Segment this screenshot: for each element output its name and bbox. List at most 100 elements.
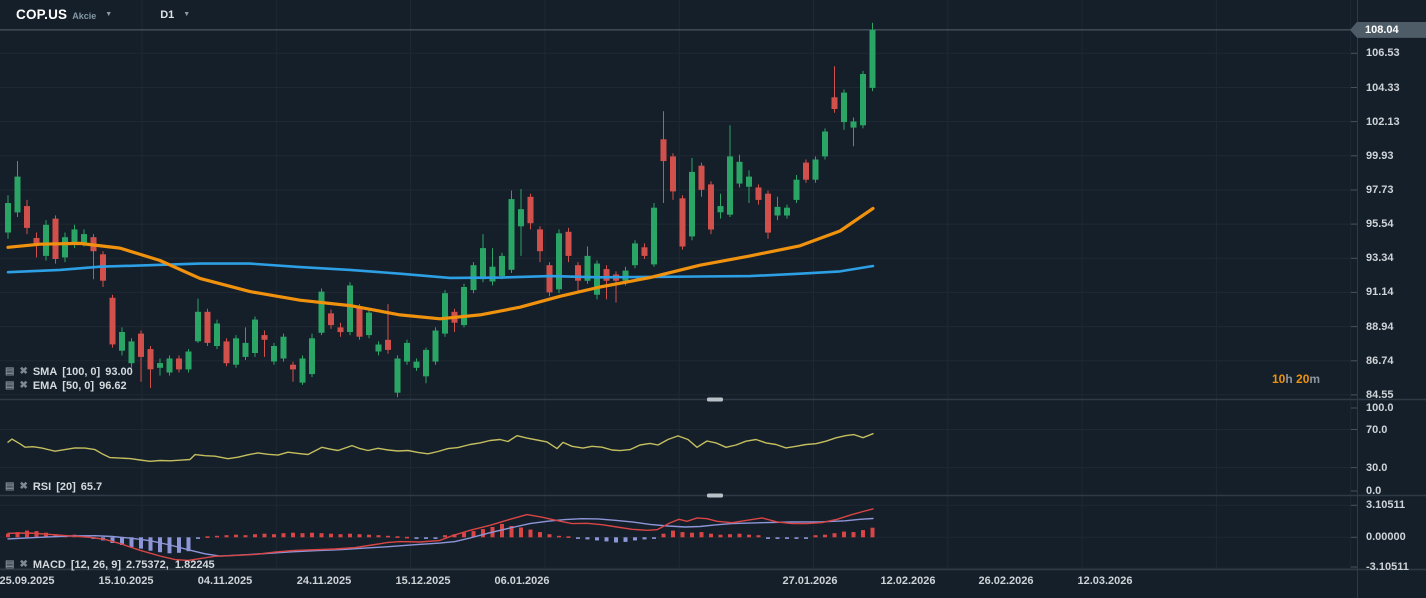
indicator-properties-icon[interactable]: ▤ <box>5 367 14 377</box>
candle-body[interactable] <box>641 247 648 256</box>
candle-body[interactable] <box>14 176 21 213</box>
candle-body[interactable] <box>736 161 743 184</box>
candle-body[interactable] <box>622 270 629 281</box>
candle-body[interactable] <box>632 243 638 266</box>
candle-body[interactable] <box>366 312 372 336</box>
candle-body[interactable] <box>404 342 410 362</box>
candle-body[interactable] <box>138 333 144 357</box>
candle-body[interactable] <box>128 341 135 364</box>
candle-body[interactable] <box>660 139 667 162</box>
indicator-delete-icon[interactable]: ✖ <box>19 560 27 570</box>
candle-body[interactable] <box>318 291 325 333</box>
candle-body[interactable] <box>603 269 610 281</box>
candle-body[interactable] <box>385 339 391 350</box>
candle-body[interactable] <box>755 187 762 200</box>
candle-body[interactable] <box>309 338 315 375</box>
candle-body[interactable] <box>461 287 467 326</box>
candle-body[interactable] <box>356 306 363 337</box>
candle-body[interactable] <box>223 341 230 364</box>
indicator-properties-icon[interactable]: ▤ <box>5 482 14 492</box>
candle-body[interactable] <box>119 332 125 351</box>
symbol-chevron-down-icon[interactable]: ▼ <box>105 11 112 18</box>
indicator-properties-icon[interactable]: ▤ <box>5 381 14 391</box>
candle-body[interactable] <box>727 156 733 215</box>
date-axis[interactable]: 25.09.2025 15.10.2025 04.11.2025 24.11.2025… <box>0 572 1426 598</box>
candle-body[interactable] <box>499 255 505 277</box>
candle-body[interactable] <box>204 311 211 343</box>
candle-body[interactable] <box>774 206 781 216</box>
candle-body[interactable] <box>24 206 30 228</box>
candle-body[interactable] <box>271 346 277 362</box>
candle-body[interactable] <box>679 198 686 247</box>
indicator-delete-icon[interactable]: ✖ <box>19 381 27 391</box>
candle-body[interactable] <box>43 224 49 256</box>
candle-body[interactable] <box>375 344 382 352</box>
candle-body[interactable] <box>812 159 819 180</box>
candle-body[interactable] <box>157 363 163 368</box>
candle-body[interactable] <box>860 74 866 126</box>
candle-body[interactable] <box>784 207 790 216</box>
candle-body[interactable] <box>556 233 562 290</box>
candle-body[interactable] <box>841 92 847 123</box>
candle-body[interactable] <box>698 165 705 190</box>
candle-body[interactable] <box>328 313 334 326</box>
candle-body[interactable] <box>52 218 59 259</box>
candle-body[interactable] <box>594 263 600 295</box>
candle-body[interactable] <box>166 358 173 373</box>
candle-body[interactable] <box>176 358 182 370</box>
candle-body[interactable] <box>831 97 838 109</box>
candle-body[interactable] <box>822 131 828 157</box>
pane-resize-handle[interactable] <box>707 397 723 402</box>
candle-body[interactable] <box>480 248 486 280</box>
candle-body[interactable] <box>575 265 581 281</box>
candle-body[interactable] <box>869 29 876 88</box>
chart-canvas[interactable] <box>0 0 1426 598</box>
candle-body[interactable] <box>423 349 429 377</box>
candle-body[interactable] <box>394 358 401 393</box>
candle-body[interactable] <box>290 364 296 370</box>
timeframe-selector[interactable]: D1 <box>160 9 174 21</box>
timeframe-chevron-down-icon[interactable]: ▼ <box>183 11 190 18</box>
candle-body[interactable] <box>413 361 420 368</box>
candle-body[interactable] <box>537 229 543 252</box>
candle-body[interactable] <box>765 193 771 233</box>
candle-body[interactable] <box>518 209 524 227</box>
candle-body[interactable] <box>5 203 11 233</box>
candle-body[interactable] <box>803 162 809 180</box>
indicator-delete-icon[interactable]: ✖ <box>19 367 27 377</box>
candle-body[interactable] <box>185 351 192 370</box>
indicator-properties-icon[interactable]: ▤ <box>5 560 14 570</box>
candle-body[interactable] <box>508 199 515 270</box>
candle-body[interactable] <box>651 207 657 265</box>
candle-body[interactable] <box>147 349 154 370</box>
candle-body[interactable] <box>195 311 201 342</box>
candle-body[interactable] <box>242 342 249 357</box>
candle-body[interactable] <box>214 323 220 347</box>
candle-body[interactable] <box>670 156 676 192</box>
candle-body[interactable] <box>442 293 448 334</box>
pane-resize-handle[interactable] <box>707 493 723 498</box>
candle-body[interactable] <box>565 231 572 256</box>
candle-body[interactable] <box>432 330 439 362</box>
candle-body[interactable] <box>746 176 752 187</box>
candle-body[interactable] <box>280 336 287 359</box>
candle-body[interactable] <box>527 196 534 224</box>
candle-body[interactable] <box>347 285 353 332</box>
candle-body[interactable] <box>299 358 306 383</box>
candle-body[interactable] <box>489 266 496 282</box>
candle-body[interactable] <box>689 171 695 237</box>
price-axis[interactable]: 106.53 104.33 102.13 99.93 97.73 95.54 93.34 91… <box>1358 0 1426 598</box>
candle-body[interactable] <box>717 206 724 213</box>
candle-body[interactable] <box>109 297 116 345</box>
candle-body[interactable] <box>546 265 553 293</box>
candle-body[interactable] <box>62 237 68 258</box>
candle-body[interactable] <box>793 179 800 200</box>
candle-body[interactable] <box>252 319 258 353</box>
candle-body[interactable] <box>233 338 239 365</box>
candle-body[interactable] <box>708 184 714 230</box>
candle-body[interactable] <box>71 229 78 244</box>
candle-body[interactable] <box>33 238 40 244</box>
candle-body[interactable] <box>81 234 87 244</box>
candle-body[interactable] <box>337 327 344 333</box>
candle-body[interactable] <box>850 121 857 128</box>
